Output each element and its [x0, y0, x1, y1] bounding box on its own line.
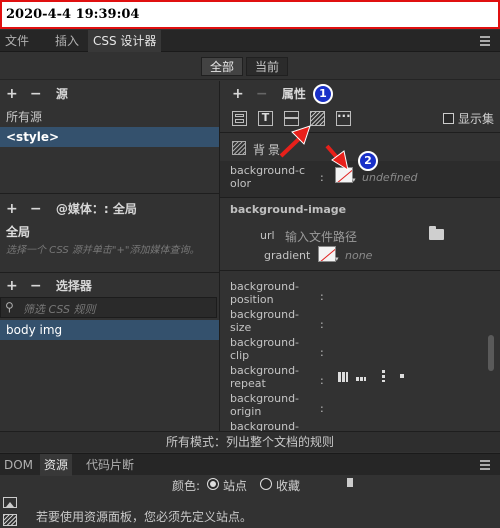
- colon: :: [320, 402, 324, 415]
- props-top-divider: [220, 132, 500, 133]
- gradient-label: gradient: [264, 249, 311, 262]
- background-size-label: background-size: [230, 308, 300, 334]
- filter-all-button[interactable]: 全部: [201, 57, 243, 76]
- top-tab-bar: 文件 插入 CSS 设计器: [0, 30, 500, 52]
- sources-header: + − 源: [6, 84, 216, 104]
- media-title: @媒体：: 全局: [55, 202, 137, 216]
- add-source-icon[interactable]: +: [6, 86, 18, 102]
- source-item-style[interactable]: <style>: [0, 127, 219, 147]
- site-radio-label: 站点: [223, 479, 248, 493]
- add-media-icon[interactable]: +: [6, 201, 18, 217]
- background-repeat-label: background-repeat: [230, 364, 300, 390]
- colon: :: [320, 346, 324, 359]
- media-header: + − @媒体：: 全局: [6, 199, 216, 219]
- pin-icon[interactable]: [347, 478, 353, 487]
- panel-divider: [219, 81, 220, 431]
- repeat-y-icon[interactable]: [382, 370, 385, 382]
- background-section-icon: [232, 141, 246, 155]
- background-image-title: background-image: [230, 203, 347, 216]
- timestamp-bar: 2020-4-4 19:39:04: [0, 0, 500, 29]
- show-set-checkbox[interactable]: [443, 113, 454, 124]
- url-label: url: [260, 229, 275, 242]
- favorites-radio-label: 收藏: [276, 479, 301, 493]
- panel-menu-icon[interactable]: [478, 34, 492, 48]
- background-position-label: background-position: [230, 280, 300, 306]
- props-mid-divider: [220, 197, 500, 198]
- add-selector-icon[interactable]: +: [6, 278, 18, 294]
- remove-selector-icon[interactable]: −: [30, 278, 42, 294]
- media-hint: 选择一个 CSS 源并单击"+"添加媒体查询。: [6, 245, 200, 256]
- tab-insert[interactable]: 插入: [50, 30, 84, 52]
- background-clip-label: background-clip: [230, 336, 300, 362]
- media-global[interactable]: 全局: [6, 222, 206, 242]
- remove-media-icon[interactable]: −: [30, 201, 42, 217]
- properties-title: 属性: [281, 87, 306, 101]
- bottom-panel-menu-icon[interactable]: [478, 458, 492, 472]
- site-radio[interactable]: [207, 478, 219, 490]
- image-assets-icon[interactable]: [3, 497, 17, 508]
- background-section-title: 背景: [253, 143, 284, 157]
- selector-item-body-img[interactable]: body img: [0, 320, 219, 340]
- folder-icon[interactable]: [429, 226, 444, 240]
- sources-divider: [0, 193, 219, 194]
- color-assets-icon[interactable]: [3, 514, 17, 526]
- background-color-value[interactable]: undefined: [362, 171, 418, 184]
- timestamp-text: 2020-4-4 19:39:04: [6, 7, 140, 22]
- layout-category-icon[interactable]: [232, 111, 247, 126]
- status-bar: 所有模式：列出整个文档的规则: [0, 431, 500, 452]
- search-icon: ⚲: [5, 300, 14, 314]
- url-input[interactable]: 输入文件路径: [285, 228, 357, 245]
- search-placeholder: 筛选 CSS 规则: [23, 303, 96, 316]
- repeat-icon[interactable]: [338, 372, 348, 382]
- props-lower-divider: [220, 270, 500, 271]
- tab-file[interactable]: 文件: [0, 30, 34, 52]
- remove-source-icon[interactable]: −: [30, 86, 42, 102]
- status-text: 所有模式：列出整个文档的规则: [165, 435, 334, 449]
- filter-row: 全部 当前: [0, 53, 500, 80]
- gradient-swatch[interactable]: [318, 246, 336, 262]
- selectors-title: 选择器: [55, 279, 92, 293]
- selector-search-input[interactable]: ⚲ 筛选 CSS 规则: [0, 297, 217, 318]
- show-set-label: 显示集: [458, 112, 495, 126]
- arrow-to-background-icon: [279, 125, 311, 158]
- no-repeat-icon[interactable]: [400, 374, 404, 378]
- bottom-tab-bar: DOM 资源 代码片断: [0, 453, 500, 476]
- assets-message: 若要使用资源面板，您必须先定义站点。: [36, 510, 253, 524]
- annotation-badge-1: 1: [313, 84, 333, 104]
- more-category-icon[interactable]: ···: [336, 110, 351, 126]
- tab-snippets[interactable]: 代码片断: [82, 454, 138, 476]
- background-color-label: background-color: [230, 164, 306, 190]
- colon: :: [320, 290, 324, 303]
- filter-current-button[interactable]: 当前: [246, 57, 288, 76]
- background-category-icon[interactable]: [310, 111, 325, 126]
- favorites-radio[interactable]: [260, 478, 272, 490]
- remove-property-icon: −: [255, 86, 268, 102]
- selectors-header: + − 选择器: [6, 276, 216, 296]
- add-property-icon[interactable]: +: [232, 86, 244, 102]
- gradient-value[interactable]: none: [345, 249, 372, 262]
- annotation-badge-2: 2: [358, 151, 378, 171]
- colon: :: [320, 374, 324, 387]
- assets-color-label: 颜色:: [172, 479, 201, 493]
- gradient-dropdown-icon[interactable]: ▾: [335, 255, 339, 263]
- media-divider: [0, 272, 219, 273]
- text-category-icon[interactable]: T: [258, 111, 273, 126]
- tab-dom[interactable]: DOM: [0, 454, 37, 476]
- background-origin-label: background-origin: [230, 392, 300, 418]
- sources-title: 源: [55, 87, 68, 101]
- border-category-icon[interactable]: [284, 111, 299, 126]
- background-color-swatch[interactable]: [335, 167, 353, 183]
- colon: :: [320, 318, 324, 331]
- colon: :: [320, 171, 324, 184]
- properties-scrollbar[interactable]: [488, 335, 494, 371]
- repeat-x-icon[interactable]: [356, 377, 366, 381]
- source-item[interactable]: 所有源: [0, 107, 219, 127]
- swatch-dropdown-icon[interactable]: ▾: [352, 176, 356, 184]
- tab-css-designer[interactable]: CSS 设计器: [88, 30, 162, 52]
- tab-assets[interactable]: 资源: [40, 454, 73, 476]
